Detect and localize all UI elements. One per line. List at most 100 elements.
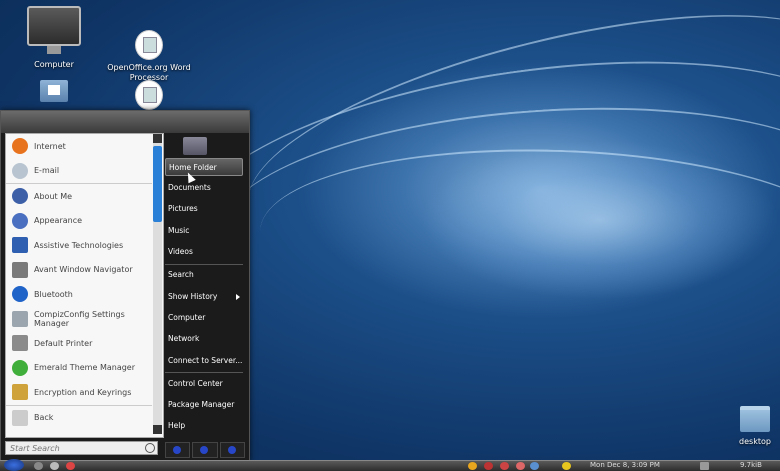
app-item-label: Default Printer <box>34 338 93 348</box>
place-package-manager[interactable]: Package Manager <box>165 396 243 414</box>
tray-icon[interactable] <box>530 462 539 470</box>
network-speed: 9.7kiB <box>740 461 762 469</box>
document-icon <box>135 30 163 60</box>
place-label: Pictures <box>168 204 198 213</box>
place-help[interactable]: Help <box>165 417 243 435</box>
desktop-icon-word-processor[interactable]: OpenOffice.org Word Processor <box>104 30 194 83</box>
taskbar: Mon Dec 8, 3:09 PM 9.7kiB <box>0 459 780 471</box>
launcher-icon[interactable] <box>34 462 43 470</box>
submenu-arrow-icon <box>236 294 240 300</box>
scroll-down-arrow[interactable] <box>153 425 162 434</box>
back-label: Back <box>34 413 54 423</box>
logout-button[interactable] <box>192 442 218 458</box>
menu-header <box>1 111 249 133</box>
app-item-label: Encryption and Keyrings <box>34 387 132 397</box>
app-item-compizconfig[interactable]: CompizConfig Settings Manager <box>6 307 152 332</box>
tray-icon[interactable] <box>562 462 571 470</box>
tray-icon[interactable] <box>700 462 709 470</box>
session-buttons <box>165 442 245 458</box>
place-label: Videos <box>168 247 193 256</box>
place-pictures[interactable]: Pictures <box>165 200 243 218</box>
desktop-icon-label: Computer <box>34 60 74 69</box>
place-connect-to-server[interactable]: Connect to Server... <box>165 352 243 370</box>
app-item-label: About Me <box>34 191 73 201</box>
lock-icon <box>12 384 28 401</box>
app-list: Internet E-mail About Me Appearance Assi… <box>6 134 152 430</box>
app-item-label: Avant Window Navigator <box>34 265 133 275</box>
places-pane: Home Folder Documents Pictures Music Vid… <box>163 133 247 458</box>
app-item-internet[interactable]: Internet <box>6 134 152 159</box>
app-item-bluetooth[interactable]: Bluetooth <box>6 282 152 307</box>
desktop-icon-desktop-folder[interactable]: desktop <box>734 406 776 447</box>
appearance-icon <box>12 212 28 229</box>
app-item-about-me[interactable]: About Me <box>6 184 152 209</box>
app-item-email[interactable]: E-mail <box>6 159 152 184</box>
printer-icon <box>12 335 28 352</box>
desktop-icon-label: desktop <box>739 437 771 446</box>
app-item-label: Assistive Technologies <box>34 240 124 250</box>
app-item-assistive-technologies[interactable]: Assistive Technologies <box>6 233 152 258</box>
app-item-label: Emerald Theme Manager <box>34 363 136 373</box>
place-computer[interactable]: Computer <box>165 309 243 327</box>
app-item-avant-window-navigator[interactable]: Avant Window Navigator <box>6 258 152 283</box>
app-item-encryption-keyrings[interactable]: Encryption and Keyrings <box>6 380 152 406</box>
place-search[interactable]: Search <box>165 266 243 284</box>
place-music[interactable]: Music <box>165 222 243 240</box>
home-icon <box>183 137 207 155</box>
start-search-input[interactable]: Start Search <box>5 441 158 455</box>
emerald-icon <box>12 359 28 376</box>
place-home-folder[interactable]: Home Folder <box>165 158 243 176</box>
scroll-thumb[interactable] <box>153 146 162 222</box>
place-label: Computer <box>168 313 206 322</box>
back-button[interactable]: Back <box>6 406 152 431</box>
folder-icon <box>740 406 770 432</box>
place-label: Search <box>168 270 194 279</box>
app-list-scrollbar[interactable] <box>153 134 162 434</box>
desktop-icon-computer[interactable]: Computer <box>24 6 84 70</box>
start-menu-button[interactable] <box>4 459 24 471</box>
place-label: Network <box>168 334 200 343</box>
tray-icon[interactable] <box>484 462 493 470</box>
app-item-label: E-mail <box>34 166 60 176</box>
place-label: Home Folder <box>169 163 217 172</box>
tray-icon[interactable] <box>516 462 525 470</box>
bluetooth-icon <box>12 286 28 303</box>
app-item-emerald-theme-manager[interactable]: Emerald Theme Manager <box>6 356 152 381</box>
user-icon <box>12 188 28 205</box>
place-label: Show History <box>168 292 218 301</box>
clock[interactable]: Mon Dec 8, 3:09 PM <box>590 460 660 470</box>
place-label: Connect to Server... <box>168 356 243 365</box>
shutdown-button[interactable] <box>219 442 245 458</box>
app-item-appearance[interactable]: Appearance <box>6 209 152 234</box>
firefox-icon <box>12 138 28 155</box>
place-control-center[interactable]: Control Center <box>165 375 243 393</box>
app-item-label: Internet <box>34 141 66 151</box>
places-divider <box>165 372 243 373</box>
place-label: Documents <box>168 183 211 192</box>
app-item-label: Appearance <box>34 216 83 226</box>
desktop-icon-home[interactable] <box>38 80 70 102</box>
scroll-up-arrow[interactable] <box>153 134 162 143</box>
place-videos[interactable]: Videos <box>165 243 243 261</box>
place-label: Package Manager <box>168 400 235 409</box>
place-show-history[interactable]: Show History <box>165 288 243 306</box>
app-item-default-printer[interactable]: Default Printer <box>6 331 152 356</box>
search-icon <box>145 443 155 453</box>
place-label: Help <box>168 421 186 430</box>
app-icon <box>135 80 163 110</box>
tray-icon[interactable] <box>500 462 509 470</box>
place-documents[interactable]: Documents <box>165 179 243 197</box>
back-arrow-icon <box>12 409 28 426</box>
app-list-pane: Internet E-mail About Me Appearance Assi… <box>5 133 164 438</box>
lock-button[interactable] <box>165 442 191 458</box>
place-label: Control Center <box>168 379 223 388</box>
app-item-label: Bluetooth <box>34 289 73 299</box>
launcher-icon[interactable] <box>50 462 59 470</box>
desktop-icon-app[interactable] <box>134 80 164 110</box>
accessibility-icon <box>12 237 28 254</box>
launcher-icon[interactable] <box>66 462 75 470</box>
place-network[interactable]: Network <box>165 330 243 348</box>
places-divider <box>165 264 243 265</box>
place-label: Music <box>168 226 190 235</box>
tray-icon[interactable] <box>468 462 477 470</box>
